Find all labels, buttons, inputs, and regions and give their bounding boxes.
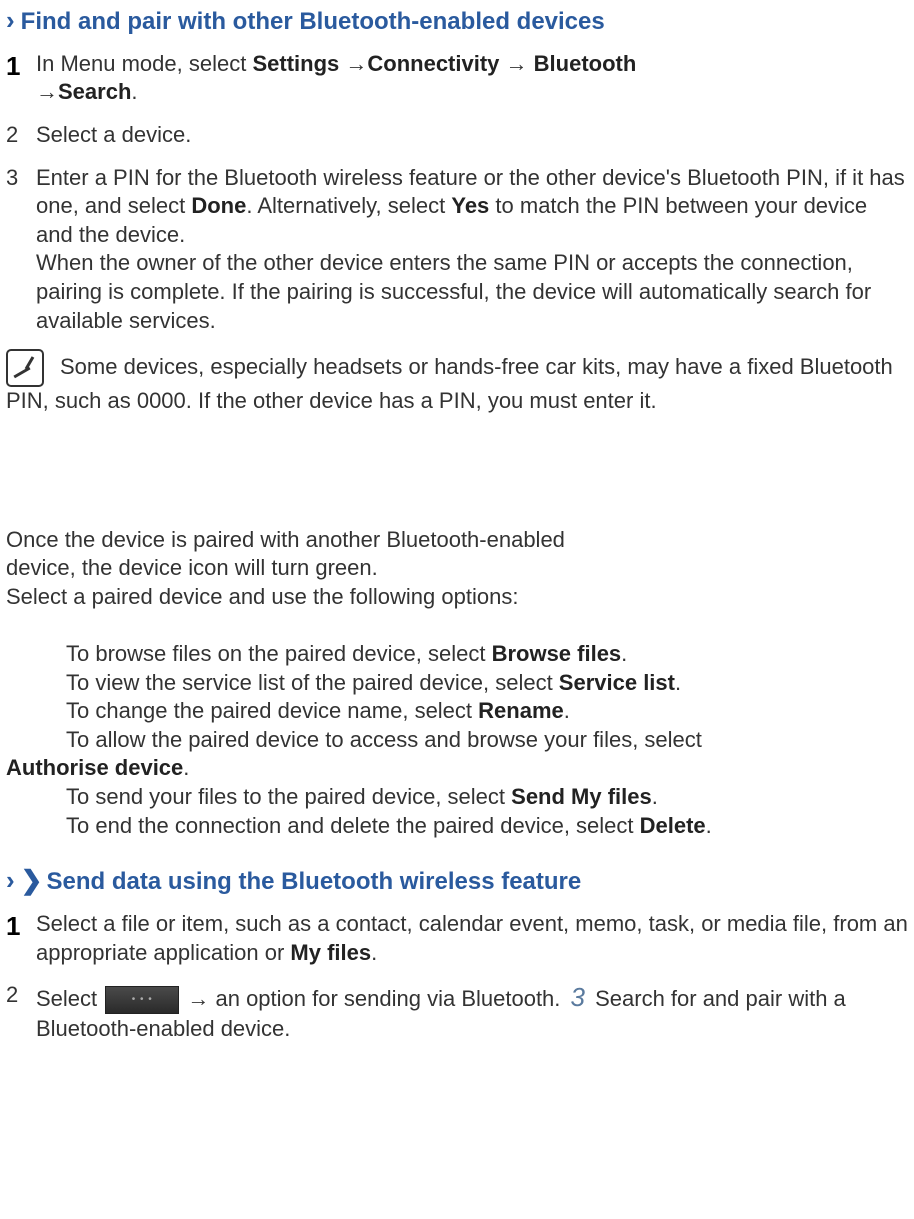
text: Select a file or item, such as a contact… (36, 911, 908, 965)
section1-heading: ›Find and pair with other Bluetooth-enab… (6, 4, 908, 38)
text: . (371, 940, 377, 965)
step-body: Enter a PIN for the Bluetooth wireless f… (36, 164, 908, 336)
service-list-label: Service list (559, 670, 675, 695)
note-icon (6, 349, 44, 387)
text: To send your files to the paired device,… (66, 784, 511, 809)
text: . Alternatively, select (246, 193, 451, 218)
option-browse-files: To browse files on the paired device, se… (66, 640, 908, 669)
option-rename: To change the paired device name, select… (66, 697, 908, 726)
paired-options-list: To browse files on the paired device, se… (6, 640, 908, 840)
step-number-inline: 3 (567, 982, 589, 1012)
connectivity-label: Connectivity (367, 51, 499, 76)
option-authorise: To allow the paired device to access and… (66, 726, 908, 783)
authorise-device-label: Authorise device (6, 754, 183, 783)
text: → an option for sending via Bluetooth. (181, 986, 566, 1011)
option-send-files: To send your files to the paired device,… (66, 783, 908, 812)
step-body: Select a file or item, such as a contact… (36, 910, 908, 967)
text: To change the paired device name, select (66, 698, 478, 723)
step-number: 2 (6, 121, 36, 150)
send-my-files-label: Send My files (511, 784, 652, 809)
section2-heading: ›❯Send data using the Bluetooth wireless… (6, 864, 908, 898)
settings-label: Settings (252, 51, 339, 76)
browse-files-label: Browse files (492, 641, 622, 666)
paired-options-intro: Select a paired device and use the follo… (6, 583, 908, 612)
text: To end the connection and delete the pai… (66, 813, 640, 838)
arrow: → (499, 51, 533, 76)
section1-steps: 1 In Menu mode, select Settings →Connect… (6, 50, 908, 335)
note-block: Some devices, especially headsets or han… (6, 349, 908, 416)
menu-button-icon (105, 986, 179, 1014)
chevron-icon: ❯ (21, 865, 43, 895)
step-number: 1 (6, 910, 36, 967)
step-1: 1 Select a file or item, such as a conta… (6, 910, 908, 967)
step-body: Select a device. (36, 121, 908, 150)
section2-heading-text: Send data using the Bluetooth wireless f… (46, 868, 581, 895)
arrow: → (339, 51, 367, 76)
step-body: In Menu mode, select Settings →Connectiv… (36, 50, 908, 107)
text: To allow the paired device to access and… (66, 727, 702, 752)
yes-label: Yes (451, 193, 489, 218)
delete-label: Delete (640, 813, 706, 838)
section1-heading-text: Find and pair with other Bluetooth-enabl… (21, 8, 605, 35)
search-label: Search (58, 79, 131, 104)
option-delete: To end the connection and delete the pai… (66, 812, 908, 841)
text: . (131, 79, 137, 104)
step-1: 1 In Menu mode, select Settings →Connect… (6, 50, 908, 107)
text: In Menu mode, select (36, 51, 252, 76)
paired-info-line2: device, the device icon will turn green. (6, 554, 908, 583)
step-body: Select → an option for sending via Bluet… (36, 981, 908, 1043)
paired-info-line1: Once the device is paired with another B… (6, 526, 908, 555)
step-3: 3 Enter a PIN for the Bluetooth wireless… (6, 164, 908, 336)
text: When the owner of the other device enter… (36, 250, 871, 332)
step-2: 2 Select a device. (6, 121, 908, 150)
step-2: 2 Select → an option for sending via Blu… (6, 981, 908, 1043)
note-text: Some devices, especially headsets or han… (6, 354, 893, 413)
my-files-label: My files (290, 940, 371, 965)
text: Select (36, 986, 103, 1011)
step-number: 1 (6, 50, 36, 107)
option-service-list: To view the service list of the paired d… (66, 669, 908, 698)
rename-label: Rename (478, 698, 564, 723)
done-label: Done (191, 193, 246, 218)
step-number: 3 (6, 164, 36, 336)
section2-steps: 1 Select a file or item, such as a conta… (6, 910, 908, 1044)
text: To view the service list of the paired d… (66, 670, 559, 695)
text: To browse files on the paired device, se… (66, 641, 492, 666)
arrow: → (36, 79, 58, 104)
bluetooth-label: Bluetooth (534, 51, 637, 76)
step-number: 2 (6, 981, 36, 1043)
chevron-icon: › (6, 5, 15, 35)
chevron-icon: › (6, 865, 15, 895)
